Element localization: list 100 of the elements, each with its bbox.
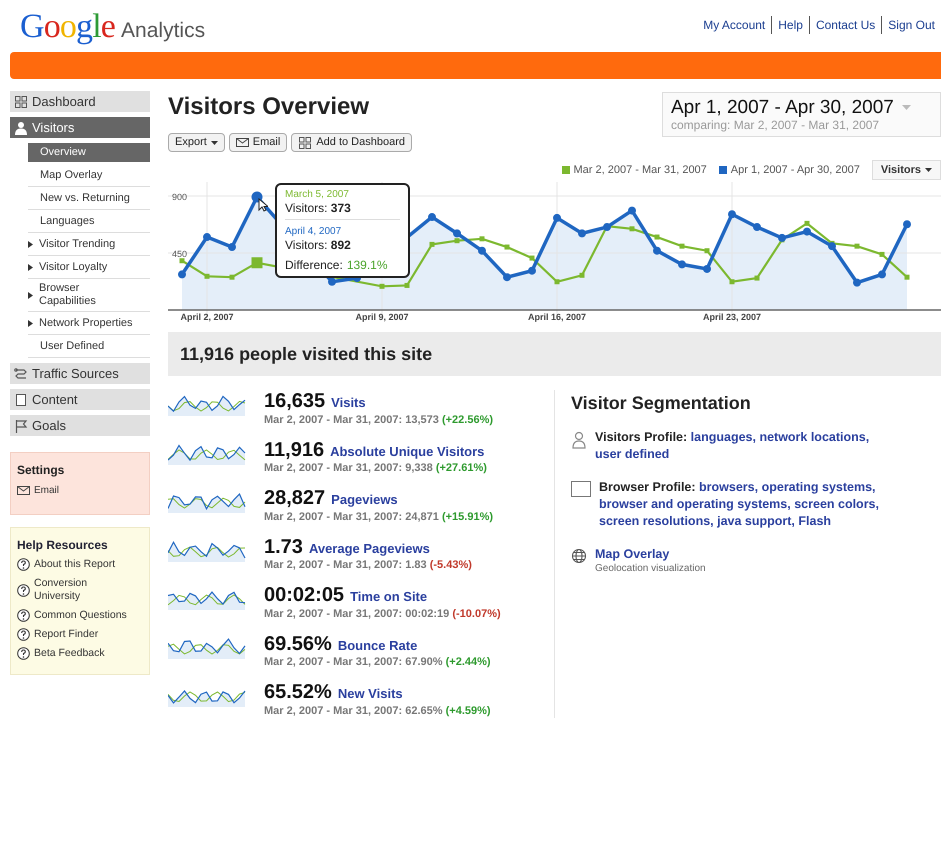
- data-point: [653, 246, 661, 255]
- toolbar-button[interactable]: Export: [168, 133, 225, 152]
- resource-link[interactable]: Beta Feedback: [17, 647, 143, 660]
- metric-link[interactable]: Pageviews: [331, 490, 398, 510]
- resource-link[interactable]: About this Report: [17, 558, 143, 571]
- data-point: [878, 270, 886, 278]
- nav-subitem[interactable]: Overview: [28, 143, 150, 162]
- axis-label: April 2, 2007: [180, 312, 234, 322]
- metric-link[interactable]: Average Pageviews: [308, 538, 430, 558]
- resource-link[interactable]: Conversion University: [17, 577, 143, 603]
- metric-value: 69.56%: [264, 632, 332, 654]
- nav-subitem[interactable]: Visitor Loyalty: [28, 258, 150, 276]
- panel-title: Settings: [17, 462, 66, 479]
- resource-link[interactable]: Report Finder: [17, 628, 143, 641]
- profile-link[interactable]: screen resolutions,: [599, 514, 714, 528]
- date-range-picker[interactable]: Apr 1, 2007 - Apr 30, 2007 comparing: Mar 2, 2007 - Mar 31, 2007: [662, 92, 941, 137]
- nav-subitem[interactable]: Network Properties: [28, 314, 150, 332]
- profile-link[interactable]: network locations,: [759, 430, 870, 444]
- data-point: [754, 276, 760, 281]
- metric-link[interactable]: Time on Site: [350, 587, 428, 606]
- data-point: [178, 270, 186, 278]
- data-point: [880, 252, 884, 257]
- metric-link[interactable]: Bounce Rate: [338, 636, 418, 655]
- data-point: [630, 226, 634, 232]
- nav-item[interactable]: Dashboard: [10, 91, 150, 112]
- comparison-range: comparing: Mar 2, 2007 - Mar 31, 2007: [671, 119, 880, 132]
- page-title: Visitors Overview: [168, 93, 370, 121]
- panel-title: Help Resources: [17, 537, 109, 554]
- header-link[interactable]: Help: [771, 16, 809, 34]
- comparison-text: Mar 2, 2007 - Mar 31, 2007: 13,573: [264, 414, 439, 426]
- data-point: [504, 244, 510, 250]
- data-point: [903, 220, 911, 228]
- toolbar-button[interactable]: Email: [228, 133, 288, 152]
- data-point: [328, 278, 336, 286]
- profile-link[interactable]: operating systems,: [762, 480, 876, 494]
- header-link[interactable]: Contact Us: [808, 16, 882, 34]
- nav-subitem[interactable]: Visitor Trending: [28, 234, 150, 254]
- data-point: [704, 248, 710, 254]
- axis-label: April 9, 2007: [355, 312, 409, 322]
- data-point: [252, 192, 262, 203]
- grid-icon: [14, 94, 28, 108]
- profile-link[interactable]: user defined: [595, 447, 670, 461]
- data-point: [603, 223, 611, 232]
- globe-icon: [571, 548, 587, 564]
- expand-arrow-icon: [28, 320, 33, 326]
- data-point: [380, 284, 384, 289]
- link-description: Geolocation visualization: [595, 563, 706, 575]
- tooltip-date: April 4, 2007: [285, 226, 342, 238]
- data-point: [252, 257, 262, 268]
- nav-subitem[interactable]: New vs. Returning: [28, 188, 150, 208]
- caret-icon: [902, 105, 911, 110]
- metric-value: 16,635: [264, 390, 326, 412]
- settings-link[interactable]: Email: [17, 483, 143, 498]
- map-overlay-link[interactable]: Map Overlay: [595, 547, 670, 561]
- tooltip-value: Visitors: 373: [285, 201, 400, 220]
- profile-title: Browser Profile:: [599, 480, 696, 494]
- nav-subitem[interactable]: Languages: [28, 212, 150, 230]
- nav-item[interactable]: Goals: [10, 415, 150, 436]
- flag-icon: [14, 418, 28, 432]
- metric-value: 1.73: [264, 536, 303, 558]
- metric-link[interactable]: Absolute Unique Visitors: [330, 442, 484, 461]
- question-icon: [17, 558, 30, 571]
- nav-item[interactable]: Traffic Sources: [10, 363, 150, 384]
- profile-link[interactable]: screen colors,: [794, 497, 879, 511]
- metric-link[interactable]: New Visits: [338, 684, 403, 704]
- data-point: [703, 264, 711, 273]
- data-point: [853, 278, 861, 287]
- page-icon: [14, 392, 28, 406]
- route-icon: [14, 366, 28, 380]
- metric-value: 00:02:05: [264, 584, 344, 606]
- nav-subitem[interactable]: Map Overlay: [28, 166, 150, 184]
- tooltip-value: 139.1%: [346, 258, 388, 272]
- metric-value: 28,827: [264, 487, 326, 509]
- change-text: (+4.59%): [446, 704, 491, 716]
- profile-title: Visitors Profile:: [595, 430, 688, 444]
- profile-link[interactable]: browsers,: [699, 480, 758, 494]
- comparison-text: Mar 2, 2007 - Mar 31, 2007: 9,338: [264, 462, 433, 474]
- data-point: [480, 236, 484, 242]
- axis-label: April 23, 2007: [702, 312, 762, 322]
- profile-link[interactable]: Flash: [798, 514, 832, 528]
- toolbar-button[interactable]: Add to Dashboard: [291, 133, 412, 152]
- person-icon: [571, 431, 587, 449]
- header-link[interactable]: Sign Out: [881, 16, 941, 34]
- metric-value: 65.52%: [264, 681, 332, 703]
- profile-link[interactable]: java support,: [717, 514, 795, 528]
- tooltip-date: March 5, 2007: [285, 189, 350, 201]
- header-link[interactable]: My Account: [697, 16, 772, 34]
- nav-item[interactable]: Content: [10, 389, 150, 410]
- nav-item[interactable]: Visitors: [10, 117, 150, 138]
- change-text: (+22.56%): [442, 414, 494, 426]
- metric-dropdown[interactable]: Visitors: [872, 160, 941, 180]
- data-point: [428, 213, 436, 222]
- profile-link[interactable]: browser and operating systems,: [599, 497, 791, 511]
- resource-link[interactable]: Common Questions: [17, 609, 143, 622]
- nav-subitem[interactable]: User Defined: [28, 336, 150, 356]
- profile-link[interactable]: languages,: [690, 430, 756, 444]
- expand-arrow-icon: [28, 292, 33, 298]
- data-point: [778, 234, 786, 242]
- metric-link[interactable]: Visits: [331, 393, 366, 412]
- nav-subitem[interactable]: Browser Capabilities: [28, 279, 150, 311]
